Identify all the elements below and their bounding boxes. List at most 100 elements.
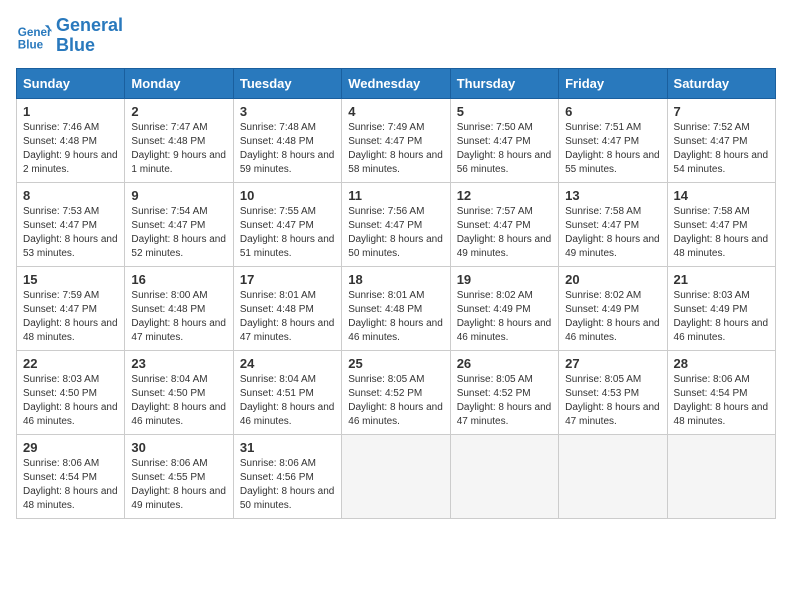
day-number: 16 xyxy=(131,272,226,287)
day-number: 31 xyxy=(240,440,335,455)
calendar-cell: 20 Sunrise: 8:02 AMSunset: 4:49 PMDaylig… xyxy=(559,266,667,350)
day-number: 12 xyxy=(457,188,552,203)
calendar-cell: 11 Sunrise: 7:56 AMSunset: 4:47 PMDaylig… xyxy=(342,182,450,266)
cell-info: Sunrise: 7:59 AMSunset: 4:47 PMDaylight:… xyxy=(23,290,118,343)
day-number: 6 xyxy=(565,104,660,119)
cell-info: Sunrise: 8:00 AMSunset: 4:48 PMDaylight:… xyxy=(131,290,226,343)
calendar-cell: 22 Sunrise: 8:03 AMSunset: 4:50 PMDaylig… xyxy=(17,350,125,434)
calendar-cell: 1 Sunrise: 7:46 AMSunset: 4:48 PMDayligh… xyxy=(17,98,125,182)
calendar-cell: 4 Sunrise: 7:49 AMSunset: 4:47 PMDayligh… xyxy=(342,98,450,182)
logo-icon: General Blue xyxy=(16,18,52,54)
calendar-cell: 19 Sunrise: 8:02 AMSunset: 4:49 PMDaylig… xyxy=(450,266,558,350)
svg-text:General: General xyxy=(18,26,52,39)
calendar-cell: 29 Sunrise: 8:06 AMSunset: 4:54 PMDaylig… xyxy=(17,434,125,518)
cell-info: Sunrise: 7:48 AMSunset: 4:48 PMDaylight:… xyxy=(240,122,335,175)
day-number: 29 xyxy=(23,440,118,455)
day-header-wednesday: Wednesday xyxy=(342,68,450,98)
cell-info: Sunrise: 8:05 AMSunset: 4:53 PMDaylight:… xyxy=(565,374,660,427)
day-number: 19 xyxy=(457,272,552,287)
logo: General Blue GeneralBlue xyxy=(16,16,123,56)
cell-info: Sunrise: 8:03 AMSunset: 4:50 PMDaylight:… xyxy=(23,374,118,427)
day-number: 9 xyxy=(131,188,226,203)
cell-info: Sunrise: 8:06 AMSunset: 4:54 PMDaylight:… xyxy=(674,374,769,427)
cell-info: Sunrise: 7:52 AMSunset: 4:47 PMDaylight:… xyxy=(674,122,769,175)
cell-info: Sunrise: 7:51 AMSunset: 4:47 PMDaylight:… xyxy=(565,122,660,175)
cell-info: Sunrise: 7:47 AMSunset: 4:48 PMDaylight:… xyxy=(131,122,226,175)
day-header-sunday: Sunday xyxy=(17,68,125,98)
calendar-cell: 26 Sunrise: 8:05 AMSunset: 4:52 PMDaylig… xyxy=(450,350,558,434)
calendar-cell: 5 Sunrise: 7:50 AMSunset: 4:47 PMDayligh… xyxy=(450,98,558,182)
calendar-cell xyxy=(667,434,775,518)
calendar-cell: 30 Sunrise: 8:06 AMSunset: 4:55 PMDaylig… xyxy=(125,434,233,518)
cell-info: Sunrise: 8:06 AMSunset: 4:55 PMDaylight:… xyxy=(131,458,226,511)
cell-info: Sunrise: 7:50 AMSunset: 4:47 PMDaylight:… xyxy=(457,122,552,175)
calendar-cell: 17 Sunrise: 8:01 AMSunset: 4:48 PMDaylig… xyxy=(233,266,341,350)
day-header-thursday: Thursday xyxy=(450,68,558,98)
calendar-cell: 12 Sunrise: 7:57 AMSunset: 4:47 PMDaylig… xyxy=(450,182,558,266)
day-number: 7 xyxy=(674,104,769,119)
day-header-saturday: Saturday xyxy=(667,68,775,98)
cell-info: Sunrise: 8:06 AMSunset: 4:56 PMDaylight:… xyxy=(240,458,335,511)
day-header-friday: Friday xyxy=(559,68,667,98)
day-number: 13 xyxy=(565,188,660,203)
calendar-cell: 10 Sunrise: 7:55 AMSunset: 4:47 PMDaylig… xyxy=(233,182,341,266)
day-number: 27 xyxy=(565,356,660,371)
calendar-cell: 14 Sunrise: 7:58 AMSunset: 4:47 PMDaylig… xyxy=(667,182,775,266)
day-number: 15 xyxy=(23,272,118,287)
page-header: General Blue GeneralBlue xyxy=(16,16,776,56)
cell-info: Sunrise: 7:54 AMSunset: 4:47 PMDaylight:… xyxy=(131,206,226,259)
calendar-cell: 31 Sunrise: 8:06 AMSunset: 4:56 PMDaylig… xyxy=(233,434,341,518)
day-number: 18 xyxy=(348,272,443,287)
cell-info: Sunrise: 7:58 AMSunset: 4:47 PMDaylight:… xyxy=(565,206,660,259)
calendar-header-row: SundayMondayTuesdayWednesdayThursdayFrid… xyxy=(17,68,776,98)
cell-info: Sunrise: 8:05 AMSunset: 4:52 PMDaylight:… xyxy=(348,374,443,427)
calendar-cell xyxy=(450,434,558,518)
day-number: 25 xyxy=(348,356,443,371)
calendar-cell: 15 Sunrise: 7:59 AMSunset: 4:47 PMDaylig… xyxy=(17,266,125,350)
cell-info: Sunrise: 8:04 AMSunset: 4:50 PMDaylight:… xyxy=(131,374,226,427)
cell-info: Sunrise: 7:49 AMSunset: 4:47 PMDaylight:… xyxy=(348,122,443,175)
cell-info: Sunrise: 8:02 AMSunset: 4:49 PMDaylight:… xyxy=(457,290,552,343)
day-number: 21 xyxy=(674,272,769,287)
calendar-cell: 6 Sunrise: 7:51 AMSunset: 4:47 PMDayligh… xyxy=(559,98,667,182)
day-number: 14 xyxy=(674,188,769,203)
cell-info: Sunrise: 7:46 AMSunset: 4:48 PMDaylight:… xyxy=(23,122,118,175)
day-number: 23 xyxy=(131,356,226,371)
calendar-cell xyxy=(342,434,450,518)
calendar-cell: 21 Sunrise: 8:03 AMSunset: 4:49 PMDaylig… xyxy=(667,266,775,350)
calendar-cell: 13 Sunrise: 7:58 AMSunset: 4:47 PMDaylig… xyxy=(559,182,667,266)
calendar-week-3: 15 Sunrise: 7:59 AMSunset: 4:47 PMDaylig… xyxy=(17,266,776,350)
day-number: 3 xyxy=(240,104,335,119)
day-number: 22 xyxy=(23,356,118,371)
calendar-cell: 16 Sunrise: 8:00 AMSunset: 4:48 PMDaylig… xyxy=(125,266,233,350)
calendar-table: SundayMondayTuesdayWednesdayThursdayFrid… xyxy=(16,68,776,519)
cell-info: Sunrise: 7:58 AMSunset: 4:47 PMDaylight:… xyxy=(674,206,769,259)
calendar-cell: 24 Sunrise: 8:04 AMSunset: 4:51 PMDaylig… xyxy=(233,350,341,434)
cell-info: Sunrise: 8:03 AMSunset: 4:49 PMDaylight:… xyxy=(674,290,769,343)
logo-text: GeneralBlue xyxy=(56,16,123,56)
calendar-cell: 18 Sunrise: 8:01 AMSunset: 4:48 PMDaylig… xyxy=(342,266,450,350)
day-number: 5 xyxy=(457,104,552,119)
cell-info: Sunrise: 7:57 AMSunset: 4:47 PMDaylight:… xyxy=(457,206,552,259)
day-header-monday: Monday xyxy=(125,68,233,98)
day-number: 28 xyxy=(674,356,769,371)
calendar-week-4: 22 Sunrise: 8:03 AMSunset: 4:50 PMDaylig… xyxy=(17,350,776,434)
calendar-cell: 9 Sunrise: 7:54 AMSunset: 4:47 PMDayligh… xyxy=(125,182,233,266)
calendar-week-1: 1 Sunrise: 7:46 AMSunset: 4:48 PMDayligh… xyxy=(17,98,776,182)
cell-info: Sunrise: 7:53 AMSunset: 4:47 PMDaylight:… xyxy=(23,206,118,259)
calendar-cell: 2 Sunrise: 7:47 AMSunset: 4:48 PMDayligh… xyxy=(125,98,233,182)
day-number: 1 xyxy=(23,104,118,119)
day-number: 17 xyxy=(240,272,335,287)
calendar-cell xyxy=(559,434,667,518)
day-number: 8 xyxy=(23,188,118,203)
day-number: 11 xyxy=(348,188,443,203)
cell-info: Sunrise: 8:05 AMSunset: 4:52 PMDaylight:… xyxy=(457,374,552,427)
day-number: 20 xyxy=(565,272,660,287)
cell-info: Sunrise: 8:01 AMSunset: 4:48 PMDaylight:… xyxy=(348,290,443,343)
svg-text:Blue: Blue xyxy=(18,38,44,51)
calendar-cell: 27 Sunrise: 8:05 AMSunset: 4:53 PMDaylig… xyxy=(559,350,667,434)
calendar-cell: 28 Sunrise: 8:06 AMSunset: 4:54 PMDaylig… xyxy=(667,350,775,434)
cell-info: Sunrise: 8:01 AMSunset: 4:48 PMDaylight:… xyxy=(240,290,335,343)
day-number: 24 xyxy=(240,356,335,371)
day-header-tuesday: Tuesday xyxy=(233,68,341,98)
